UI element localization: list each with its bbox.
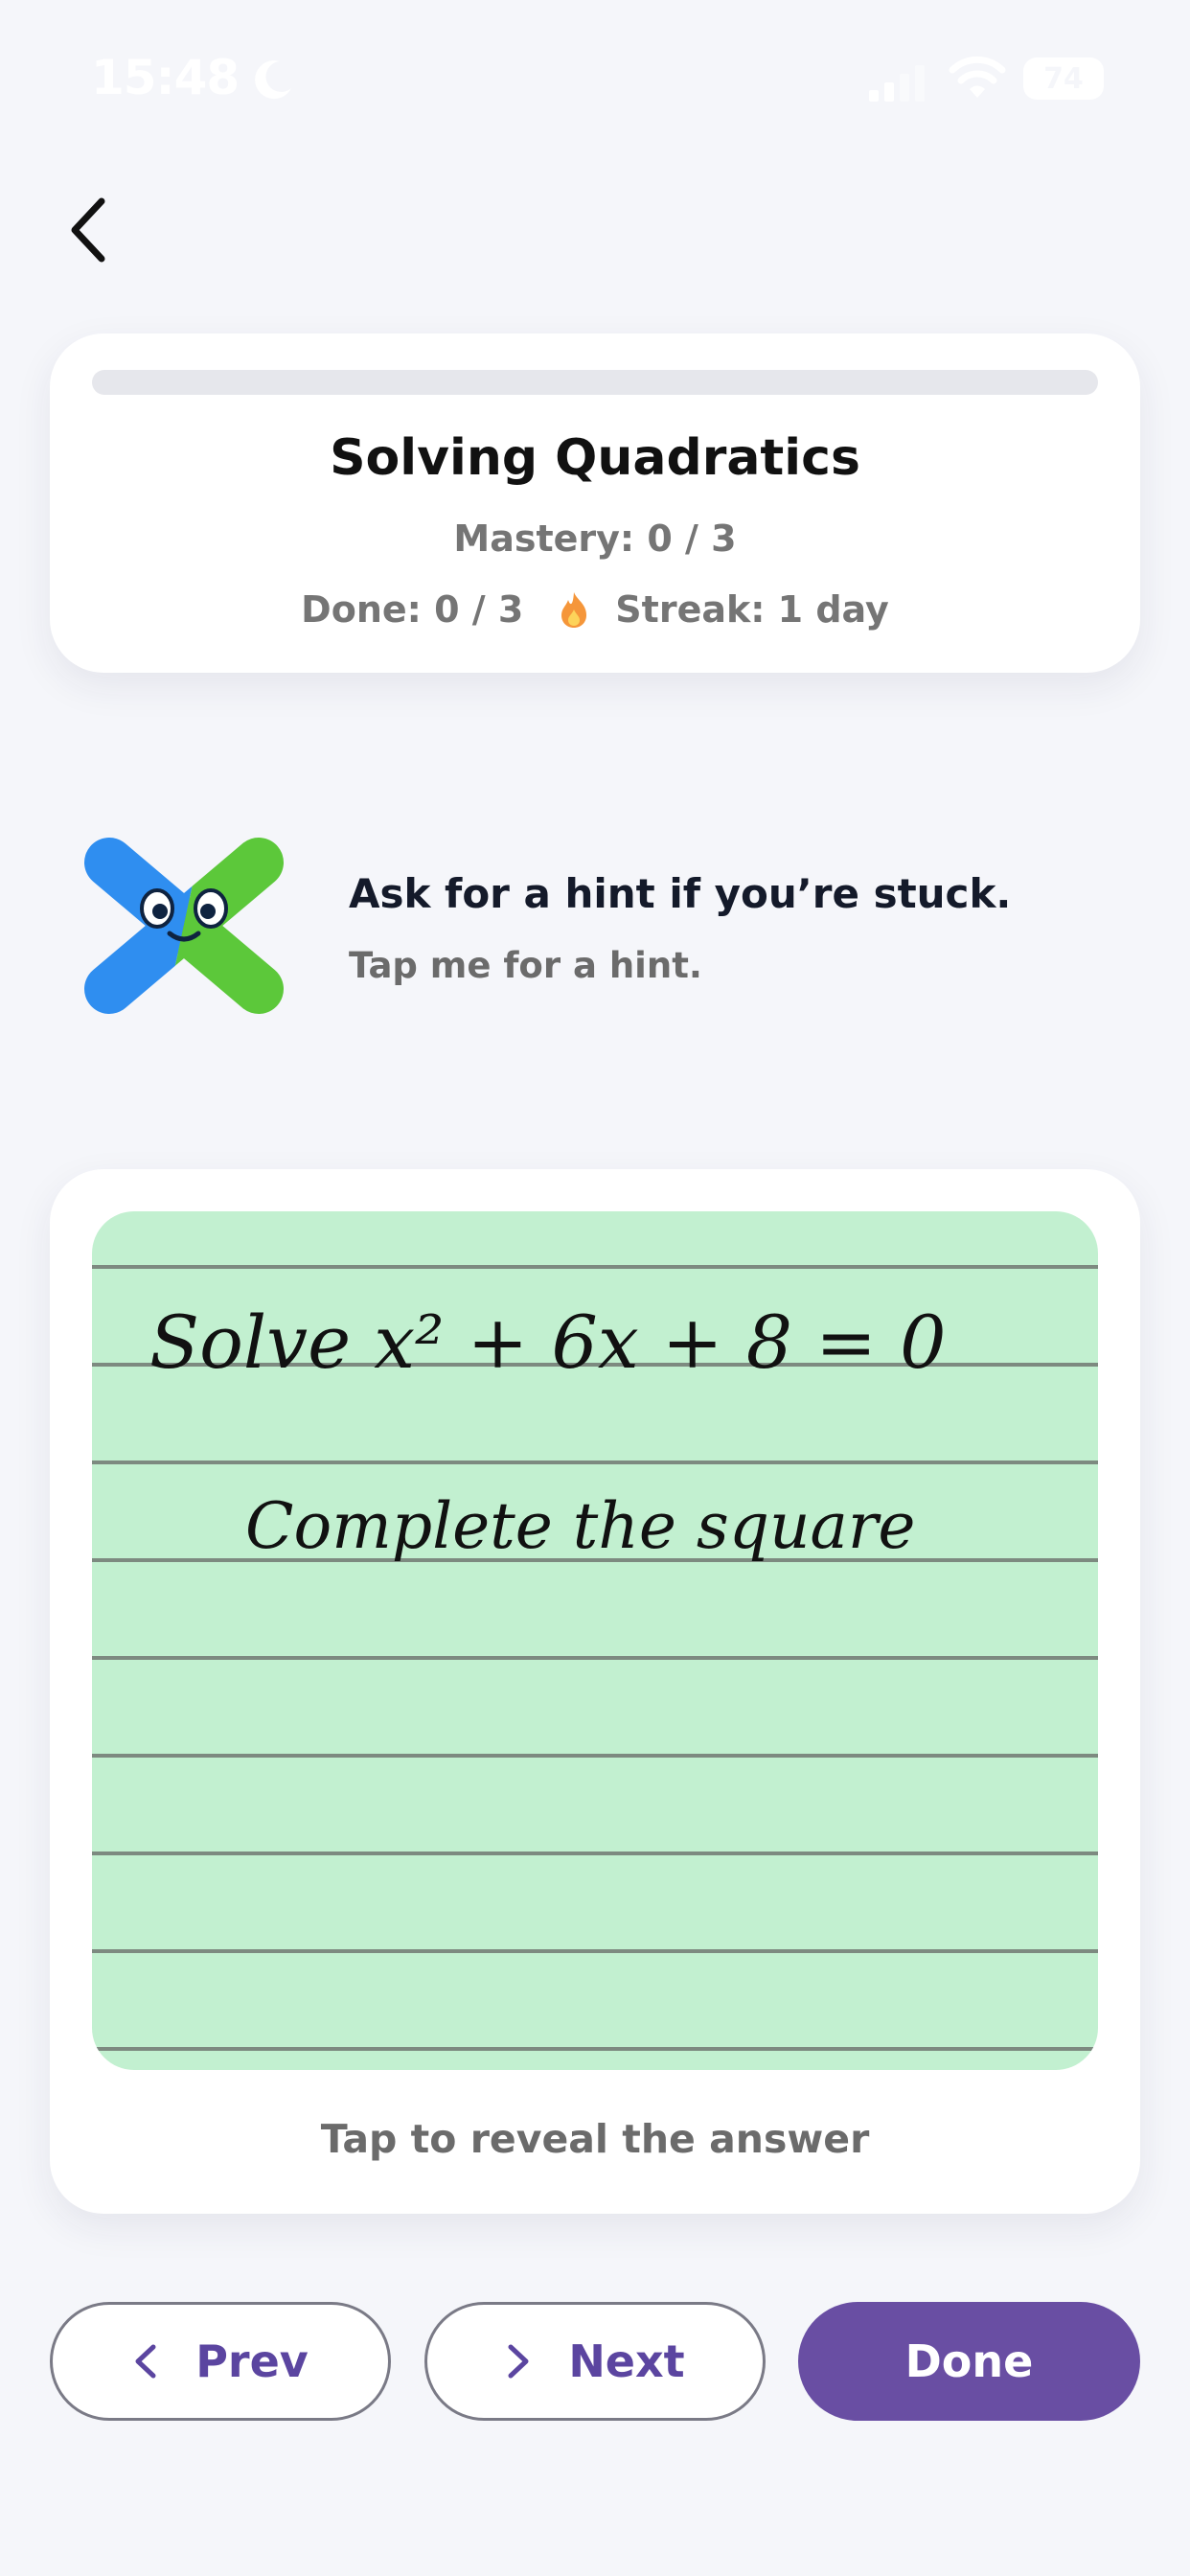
streak-count: Streak: 1 day xyxy=(615,588,889,631)
signal-icon xyxy=(869,65,925,102)
battery-indicator: 74 xyxy=(1023,58,1104,100)
reveal-answer-label[interactable]: Tap to reveal the answer xyxy=(50,2116,1140,2162)
done-label: Done xyxy=(904,2335,1034,2387)
wifi-icon xyxy=(949,56,1006,98)
progress-card: Solving Quadratics Mastery: 0 / 3 Done: … xyxy=(50,334,1140,673)
chevron-left-icon xyxy=(71,197,105,263)
progress-bar xyxy=(92,370,1098,395)
stats-row: Done: 0 / 3 Streak: 1 day xyxy=(50,588,1140,631)
hint-title: Ask for a hint if you’re stuck. xyxy=(349,870,1012,917)
next-label: Next xyxy=(568,2335,685,2387)
prev-button[interactable]: Prev xyxy=(50,2302,391,2421)
back-button[interactable] xyxy=(50,187,126,273)
question-text: Solve x² + 6x + 8 = 0 xyxy=(149,1300,947,1385)
chevron-left-icon xyxy=(135,2344,156,2379)
prev-label: Prev xyxy=(195,2335,309,2387)
ruled-line xyxy=(92,1460,1098,1464)
chevron-right-icon xyxy=(508,2344,529,2379)
flame-icon xyxy=(561,592,587,628)
status-bar: 15:48 74 xyxy=(0,0,1190,153)
next-button[interactable]: Next xyxy=(424,2302,766,2421)
hint-subtitle[interactable]: Tap me for a hint. xyxy=(349,945,702,986)
ruled-line xyxy=(92,1949,1098,1953)
mascot-x-icon[interactable] xyxy=(71,826,297,1024)
method-hint-text: Complete the square xyxy=(245,1489,916,1563)
battery-level: 74 xyxy=(1043,61,1084,96)
flashcard[interactable]: Solve x² + 6x + 8 = 0 Complete the squar… xyxy=(50,1169,1140,2214)
status-time: 15:48 xyxy=(91,50,240,105)
ruled-line xyxy=(92,1265,1098,1269)
done-count: Done: 0 / 3 xyxy=(301,588,524,631)
topic-title: Solving Quadratics xyxy=(330,429,860,487)
mastery-count: Mastery: 0 / 3 xyxy=(453,518,737,560)
done-button[interactable]: Done xyxy=(798,2302,1140,2421)
ruled-line xyxy=(92,2047,1098,2051)
moon-icon xyxy=(255,60,291,100)
ruled-line xyxy=(92,1656,1098,1660)
ruled-line xyxy=(92,1754,1098,1758)
ruled-line xyxy=(92,1852,1098,1855)
notepad: Solve x² + 6x + 8 = 0 Complete the squar… xyxy=(92,1211,1098,2070)
